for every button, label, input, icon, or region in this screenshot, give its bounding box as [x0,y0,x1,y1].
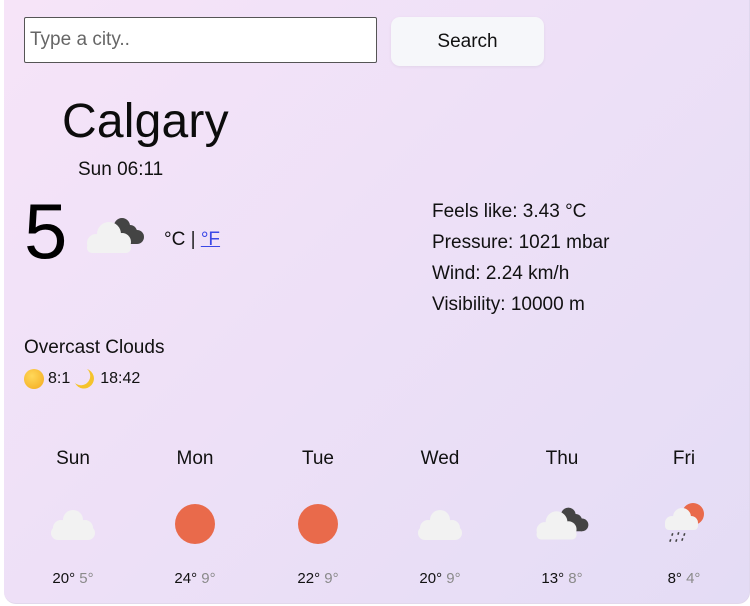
forecast-low: 9° [201,570,216,587]
weather-card: Search Calgary Sun 06:11 5 °C | °F Feels… [4,0,750,604]
city-name: Calgary [62,95,229,148]
feels-like: Feels like: 3.43 °C [432,201,587,222]
forecast-day-name: Thu [545,448,579,469]
unit-separator: | [190,229,196,250]
forecast-high: 20° [419,570,443,587]
forecast-low: 8° [568,570,583,587]
cloud-icon [379,494,501,554]
forecast-high: 13° [541,570,565,587]
fahrenheit-link[interactable]: °F [201,229,220,250]
forecast-day-name: Wed [420,448,460,469]
forecast-day: Tue 22° 9° [257,448,379,587]
rain-sun-icon [623,494,745,554]
forecast-day-name: Mon [176,448,214,469]
sunset-time: 18:42 [100,370,141,387]
sun-icon [257,494,379,554]
forecast-low: 4° [686,570,701,587]
moon-icon [74,368,96,390]
celsius-unit: °C [164,229,186,250]
forecast-day: Wed 20° 9° [379,448,501,587]
forecast: Sun 20° 5° Mon 24° 9° Tue 22° 9° Wed 20°… [8,448,738,588]
forecast-day-name: Tue [301,448,335,469]
forecast-day-name: Sun [56,448,90,469]
cloud-icon [12,494,134,554]
weather-description: Overcast Clouds [24,337,165,358]
forecast-low: 9° [324,570,339,587]
forecast-low: 5° [79,570,94,587]
forecast-high: 22° [297,570,321,587]
forecast-day-name: Fri [672,448,696,469]
unit-toggle: °C | °F [164,229,220,251]
forecast-day: Mon 24° 9° [134,448,256,587]
forecast-high: 8° [667,570,682,587]
forecast-low: 9° [446,570,461,587]
forecast-day: Thu 13° 8° [501,448,623,587]
wind: Wind: 2.24 km/h [432,263,570,284]
visibility: Visibility: 10000 m [432,294,585,315]
search-button[interactable]: Search [391,17,544,66]
forecast-day: Fri 8° 4° [623,448,745,587]
sun-icon [134,494,256,554]
sunrise-icon [24,369,44,389]
overcast-clouds-icon [501,494,623,554]
overcast-clouds-icon [82,214,148,263]
current-datetime: Sun 06:11 [78,159,164,180]
current-temperature: 5 [24,187,68,275]
city-search-input[interactable] [24,17,377,63]
forecast-high: 20° [52,570,76,587]
pressure: Pressure: 1021 mbar [432,232,610,253]
forecast-high: 24° [174,570,198,587]
sunrise-time: 8:1 [48,370,71,387]
weather-details: Feels like: 3.43 °C Pressure: 1021 mbar … [432,196,609,320]
sun-times: 8:1 18:42 [24,368,140,390]
forecast-day: Sun 20° 5° [12,448,134,587]
